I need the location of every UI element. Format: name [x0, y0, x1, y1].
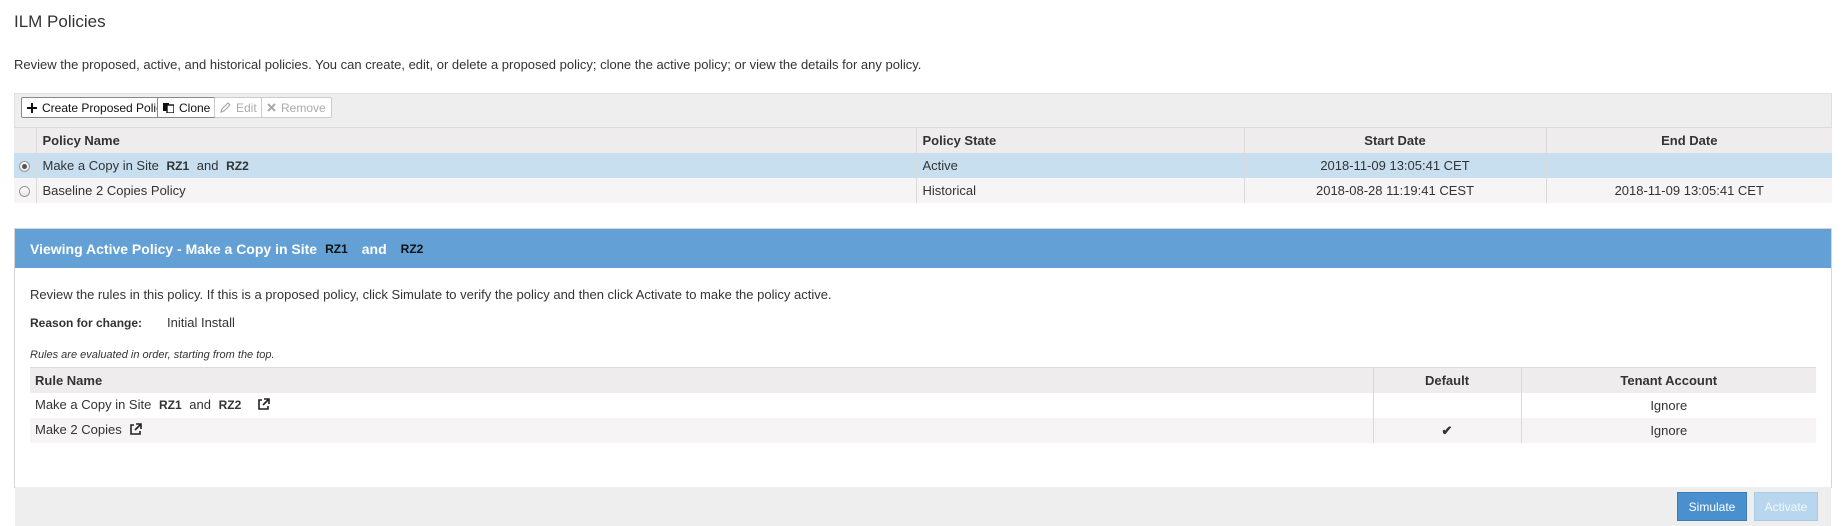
policy-row[interactable]: Make a Copy in Site RZ1 and RZ2 Active 2…: [14, 153, 1832, 178]
policy-name-header: Policy Name: [35, 127, 916, 153]
policy-toolbar: Create Proposed Policy Clone Edit Remove: [14, 93, 1832, 127]
policy-state-header: Policy State: [915, 127, 1244, 153]
external-link-icon[interactable]: [129, 422, 143, 439]
and-text: and: [189, 397, 211, 413]
rules-order-note: Rules are evaluated in order, starting f…: [30, 349, 275, 361]
policy-start-date: 2018-11-09 13:05:41 CET: [1243, 153, 1546, 178]
policy-start-date: 2018-08-28 11:19:41 CEST: [1243, 178, 1546, 203]
rule-tenant-account: Ignore: [1520, 393, 1816, 418]
site-tag: RZ1: [158, 398, 182, 413]
end-date-header: End Date: [1545, 127, 1832, 153]
rule-name: Make 2 Copies: [30, 418, 1373, 443]
rules-table-header: Rule Name Default Tenant Account: [30, 367, 1816, 393]
edit-button[interactable]: Edit: [214, 97, 263, 118]
simulate-button[interactable]: Simulate: [1677, 492, 1747, 521]
policy-state: Active: [915, 153, 1244, 178]
page-title: ILM Policies: [14, 12, 106, 31]
remove-label: Remove: [281, 100, 326, 115]
rule-default: [1372, 393, 1521, 418]
clone-label: Clone: [179, 100, 211, 115]
times-icon: [267, 103, 276, 112]
active-policy-heading: Viewing Active Policy - Make a Copy in S…: [15, 229, 1831, 268]
edit-label: Edit: [236, 100, 257, 115]
rule-name-text: Make 2 Copies: [35, 422, 122, 438]
reason-value: Initial Install: [167, 315, 235, 330]
create-proposed-policy-label: Create Proposed Policy: [42, 100, 169, 115]
policy-table-header: Policy Name Policy State Start Date End …: [14, 127, 1832, 153]
and-text: and: [361, 240, 387, 257]
page-intro: Review the proposed, active, and histori…: [14, 57, 922, 72]
default-header: Default: [1372, 367, 1521, 393]
pencil-icon: [220, 102, 231, 113]
site-tag: RZ1: [166, 159, 190, 173]
policy-end-date: [1545, 153, 1832, 178]
radio-column-header: [14, 127, 36, 153]
policy-table: Policy Name Policy State Start Date End …: [14, 127, 1832, 203]
site-tag: RZ2: [400, 241, 424, 256]
policy-name: Baseline 2 Copies Policy: [35, 178, 916, 203]
policy-radio[interactable]: [19, 161, 31, 173]
activate-button[interactable]: Activate: [1754, 492, 1818, 521]
policy-state: Historical: [915, 178, 1244, 203]
policy-name: Make a Copy in Site RZ1 and RZ2: [35, 153, 916, 178]
and-text: and: [196, 158, 219, 173]
review-instructions: Review the rules in this policy. If this…: [30, 287, 832, 302]
external-link-icon[interactable]: [257, 397, 270, 414]
policy-end-date: 2018-11-09 13:05:41 CET: [1545, 178, 1832, 203]
rule-tenant-account: Ignore: [1520, 418, 1816, 443]
rule-default-check-icon: ✔: [1372, 418, 1521, 443]
copy-icon: [163, 102, 174, 113]
rules-table: Rule Name Default Tenant Account Make a …: [30, 367, 1816, 443]
create-proposed-policy-button[interactable]: Create Proposed Policy: [21, 97, 175, 118]
panel-footer: Simulate Activate: [15, 487, 1831, 526]
policy-name-text: Make a Copy in Site: [42, 158, 159, 173]
site-tag: RZ2: [226, 159, 249, 173]
rule-row: Make 2 Copies ✔ Ignore: [30, 418, 1816, 443]
rule-name: Make a Copy in Site RZ1 and RZ2: [30, 393, 1373, 418]
site-tag: RZ2: [218, 398, 242, 413]
rule-name-text: Make a Copy in Site: [35, 397, 152, 413]
clone-button[interactable]: Clone: [157, 97, 217, 118]
rule-name-header: Rule Name: [30, 367, 1373, 393]
start-date-header: Start Date: [1243, 127, 1546, 153]
reason-label: Reason for change:: [30, 316, 143, 330]
policy-radio[interactable]: [19, 186, 31, 198]
site-tag: RZ1: [325, 241, 348, 256]
heading-text: Viewing Active Policy - Make a Copy in S…: [30, 240, 318, 257]
active-policy-panel: Viewing Active Policy - Make a Copy in S…: [14, 228, 1832, 526]
remove-button[interactable]: Remove: [261, 97, 332, 118]
policy-row[interactable]: Baseline 2 Copies Policy Historical 2018…: [14, 178, 1832, 203]
tenant-account-header: Tenant Account: [1520, 367, 1816, 393]
plus-icon: [27, 102, 37, 113]
rule-row: Make a Copy in Site RZ1 and RZ2 Ignore: [30, 393, 1816, 418]
